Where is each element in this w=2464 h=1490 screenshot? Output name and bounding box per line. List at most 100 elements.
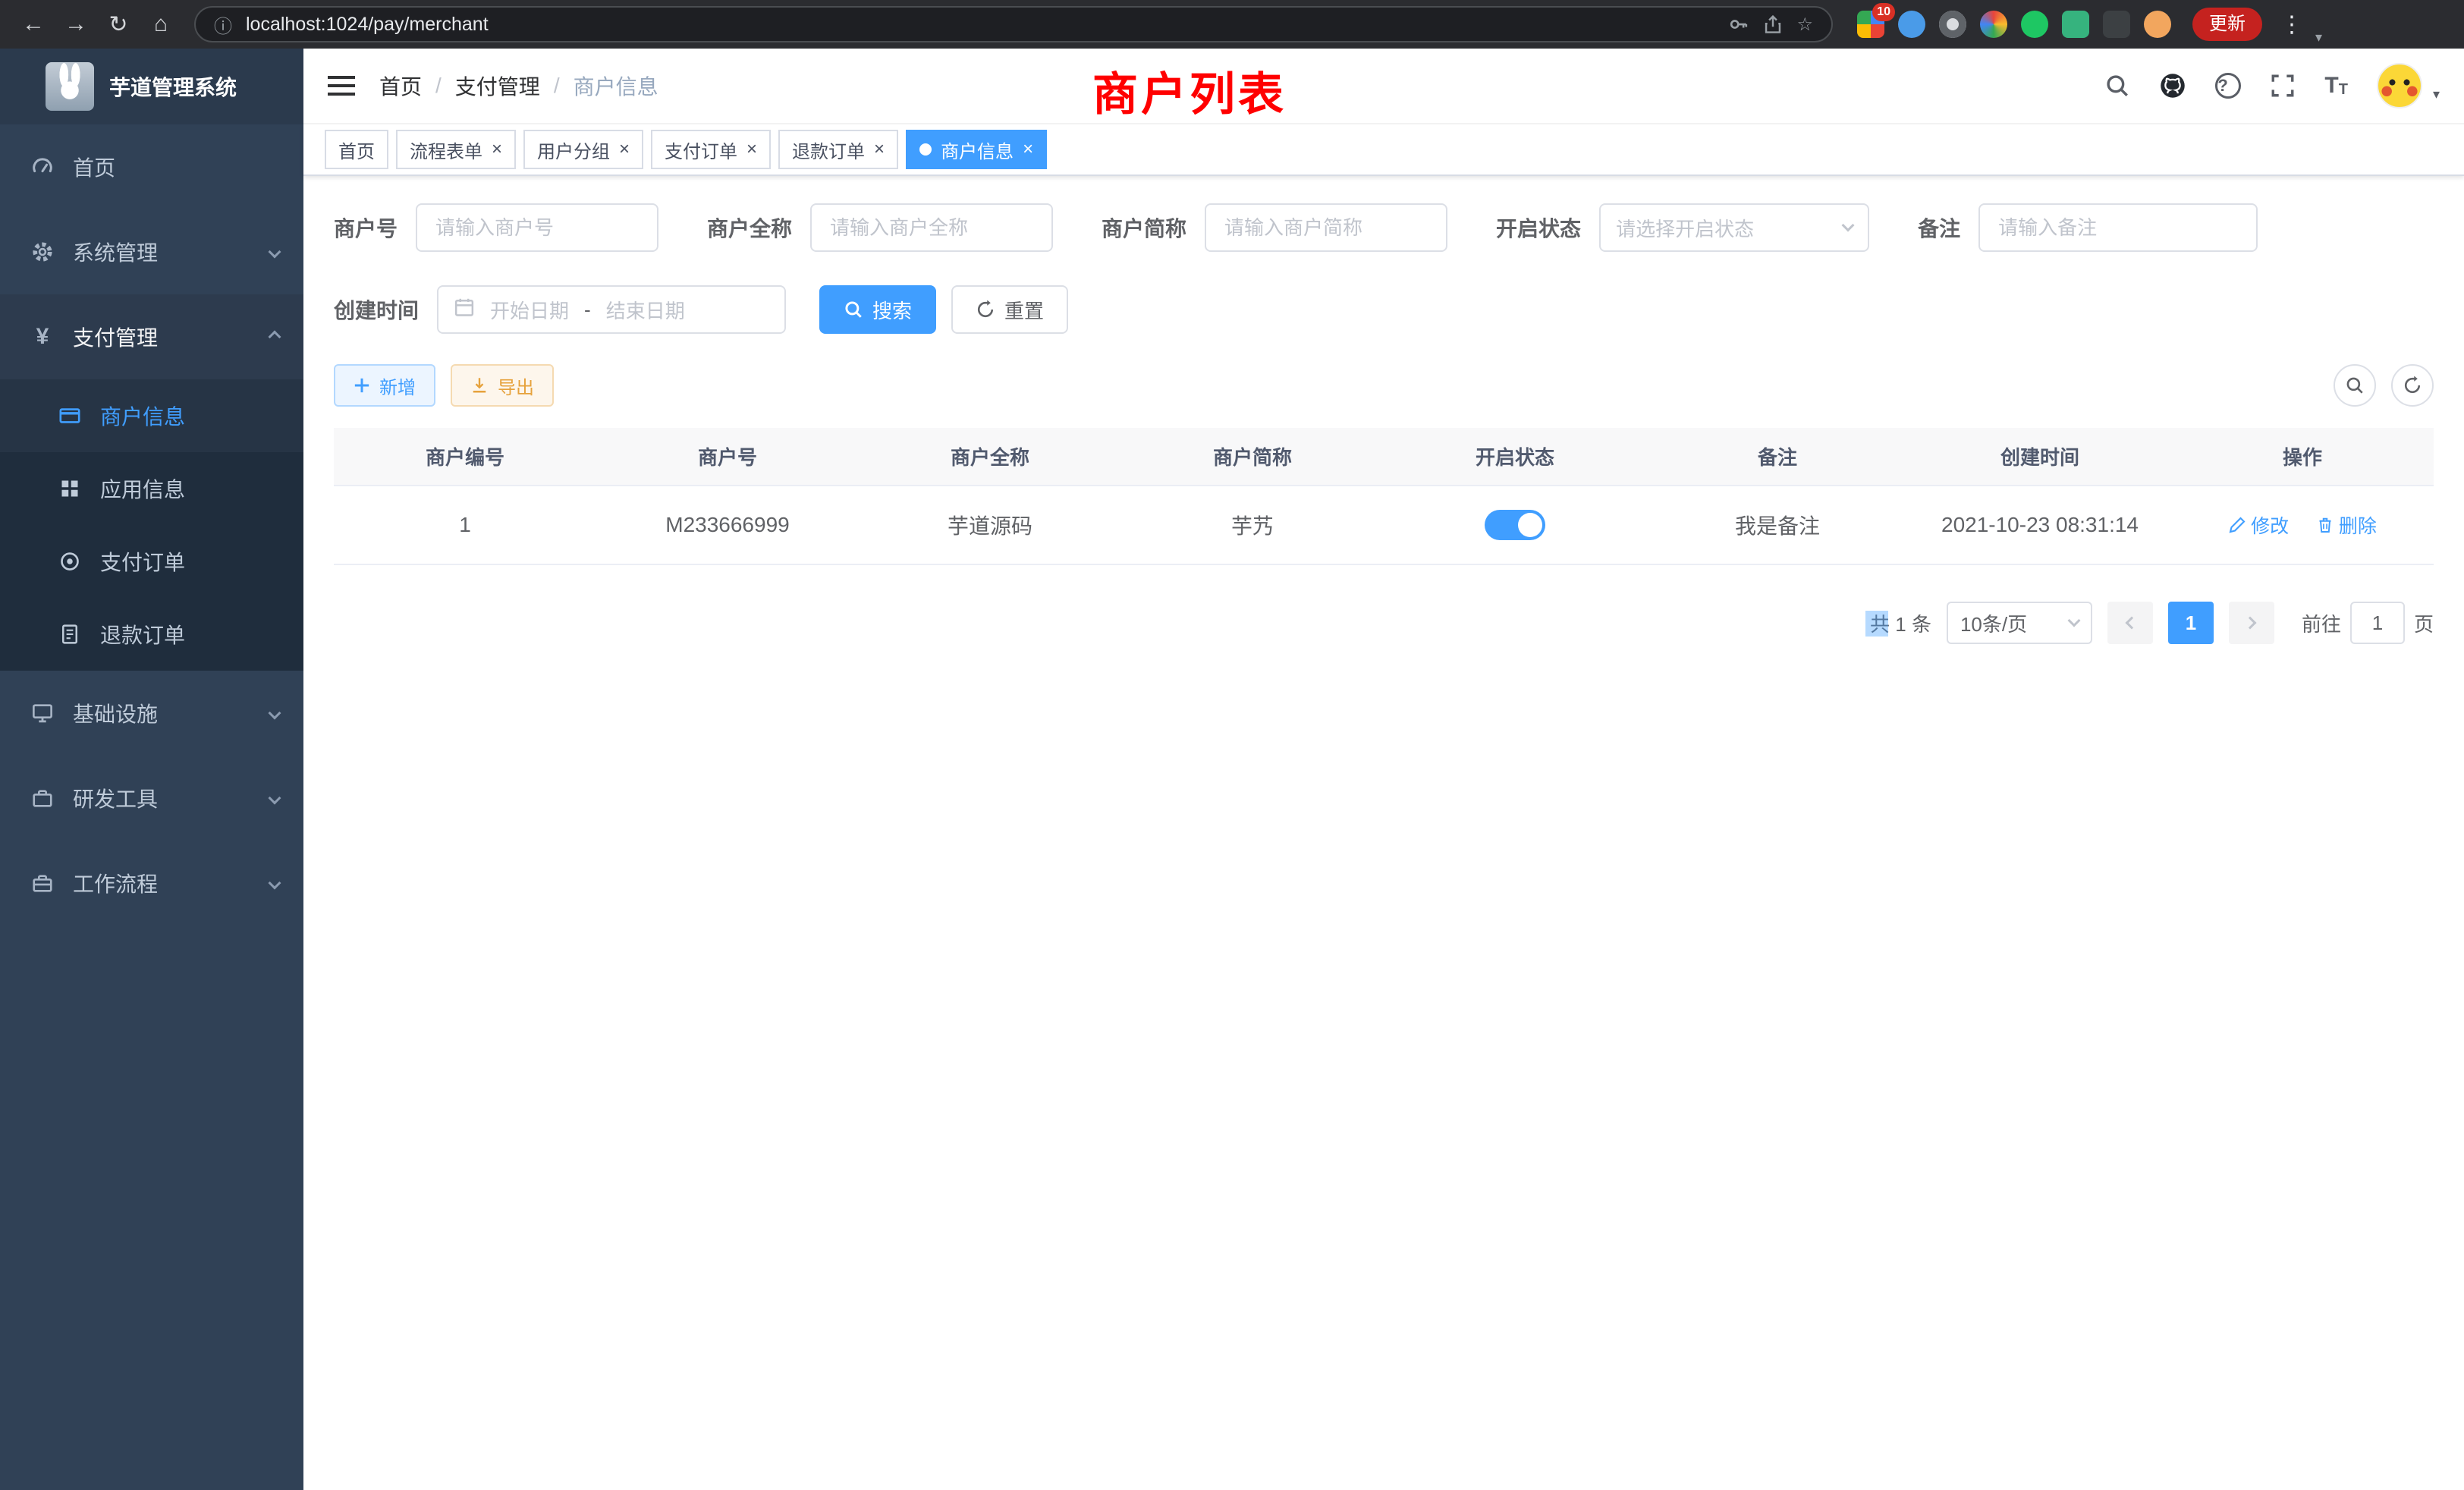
chevron-down-icon [269,707,281,720]
sidebar-item-infra[interactable]: 基础设施 [0,671,303,756]
reset-button[interactable]: 重置 [951,285,1068,334]
collapse-sidebar-icon[interactable] [328,74,355,98]
tab-home[interactable]: 首页 [325,130,388,169]
breadcrumb: 首页 / 支付管理 / 商户信息 [379,71,658,101]
prev-page-button[interactable] [2107,602,2153,644]
extension-icon[interactable] [2021,11,2048,38]
export-button[interactable]: 导出 [451,364,554,407]
sidebar-item-pay-order[interactable]: 支付订单 [0,525,303,598]
github-icon[interactable] [2159,72,2186,99]
forward-icon[interactable]: → [58,11,94,37]
chevron-right-icon [2243,617,2256,630]
pagination-total: 共 1 条 [1870,609,1931,637]
extension-icon[interactable] [1939,11,1966,38]
cell-short-name: 芋艿 [1121,486,1384,564]
tab-process-form[interactable]: 流程表单 × [396,130,516,169]
full-name-input[interactable] [810,203,1053,252]
sidebar-item-workflow[interactable]: 工作流程 [0,841,303,926]
refresh-button[interactable] [2391,364,2434,407]
breadcrumb-home[interactable]: 首页 [379,71,422,101]
toggle-search-button[interactable] [2334,364,2376,407]
page-size-select[interactable]: 10条/页 [1947,602,2092,644]
delete-link[interactable]: 删除 [2316,511,2377,539]
avatar-caret-icon[interactable]: ▾ [2433,86,2440,102]
close-icon[interactable]: × [746,139,757,160]
filter-short-name: 商户简称 [1102,203,1447,252]
tab-pay-order[interactable]: 支付订单 × [651,130,771,169]
page-number-1[interactable]: 1 [2168,602,2214,644]
status-toggle[interactable] [1485,510,1545,540]
next-page-button[interactable] [2229,602,2274,644]
cell-remark: 我是备注 [1646,486,1909,564]
extension-icon[interactable]: 10 [1857,11,1884,38]
browser-update-button[interactable]: 更新 [2192,8,2262,41]
cell-full-name: 芋道源码 [859,486,1121,564]
sidebar-item-pay[interactable]: ¥ 支付管理 [0,294,303,379]
logo-avatar [46,62,94,111]
cell-merchant-no: M233666999 [596,486,859,564]
sidebar-item-label: 应用信息 [100,473,185,504]
search-icon[interactable] [2104,73,2130,99]
sidebar-item-app-info[interactable]: 应用信息 [0,452,303,525]
search-button[interactable]: 搜索 [819,285,936,334]
extension-icon[interactable] [1898,11,1925,38]
sidebar-item-system[interactable]: 系统管理 [0,209,303,294]
create-time-label: 创建时间 [334,294,419,325]
breadcrumb-pay[interactable]: 支付管理 [455,71,540,101]
sidebar-item-merchant-info[interactable]: 商户信息 [0,379,303,452]
user-avatar[interactable] [2377,63,2422,108]
date-range-picker[interactable]: 开始日期 - 结束日期 [437,285,786,334]
help-icon[interactable]: ? [2215,73,2241,99]
extension-icon[interactable] [1980,11,2007,38]
home-icon[interactable]: ⌂ [143,11,179,37]
chevron-down-icon[interactable]: ▾ [2315,30,2322,46]
tab-refund-order[interactable]: 退款订单 × [778,130,898,169]
goto-page-input[interactable] [2350,602,2405,644]
fullscreen-icon[interactable] [2270,73,2296,99]
close-icon[interactable]: × [619,139,630,160]
add-button-label: 新增 [379,372,416,399]
sidebar-item-home[interactable]: 首页 [0,124,303,209]
site-info-icon[interactable]: ⓘ [214,11,232,38]
sidebar-item-refund-order[interactable]: 退款订单 [0,598,303,671]
merchant-no-label: 商户号 [334,212,398,243]
tags-view: 首页 流程表单 × 用户分组 × 支付订单 × 退款订单 × [303,124,2464,176]
sidebar-item-devtools[interactable]: 研发工具 [0,756,303,841]
extension-icon[interactable] [2103,11,2130,38]
bookmark-star-icon[interactable]: ☆ [1796,14,1813,36]
tab-label: 流程表单 [410,137,482,163]
table-toolbar: 新增 导出 [334,364,2434,407]
short-name-input[interactable] [1205,203,1447,252]
close-icon[interactable]: × [492,139,502,160]
col-merchant-id: 商户编号 [334,428,596,486]
url-text[interactable]: localhost:1024/pay/merchant [246,14,1714,36]
col-full-name: 商户全称 [859,428,1121,486]
close-icon[interactable]: × [1023,139,1033,160]
add-button[interactable]: 新增 [334,364,435,407]
annotation-merchant-list: 商户列表 [1092,58,1287,124]
app-title: 芋道管理系统 [109,71,237,102]
address-bar[interactable]: ⓘ localhost:1024/pay/merchant ☆ [194,6,1833,42]
status-placeholder: 请选择开启状态 [1616,214,1754,242]
merchant-no-input[interactable] [416,203,658,252]
extension-badge: 10 [1872,3,1895,21]
share-icon[interactable] [1763,14,1783,35]
font-size-icon[interactable]: TT [2324,73,2348,99]
back-icon[interactable]: ← [15,11,52,37]
edit-link[interactable]: 修改 [2228,511,2289,539]
filter-row-2: 创建时间 开始日期 - 结束日期 搜索 [334,285,2434,334]
reload-icon[interactable]: ↻ [100,11,137,38]
close-icon[interactable]: × [874,139,885,160]
browser-menu-icon[interactable]: ⋮ [2280,11,2303,38]
password-key-icon[interactable] [1728,14,1749,35]
extension-icon[interactable] [2144,11,2171,38]
sidebar-item-label: 支付管理 [73,322,158,352]
extension-icon[interactable] [2062,11,2089,38]
app-logo[interactable]: 芋道管理系统 [0,49,303,124]
tab-merchant-info[interactable]: 商户信息 × [906,130,1047,169]
status-select[interactable]: 请选择开启状态 [1599,203,1869,252]
tab-user-group[interactable]: 用户分组 × [523,130,643,169]
sidebar-item-label: 商户信息 [100,401,185,431]
yen-icon: ¥ [30,324,55,350]
remark-input[interactable] [1978,203,2258,252]
